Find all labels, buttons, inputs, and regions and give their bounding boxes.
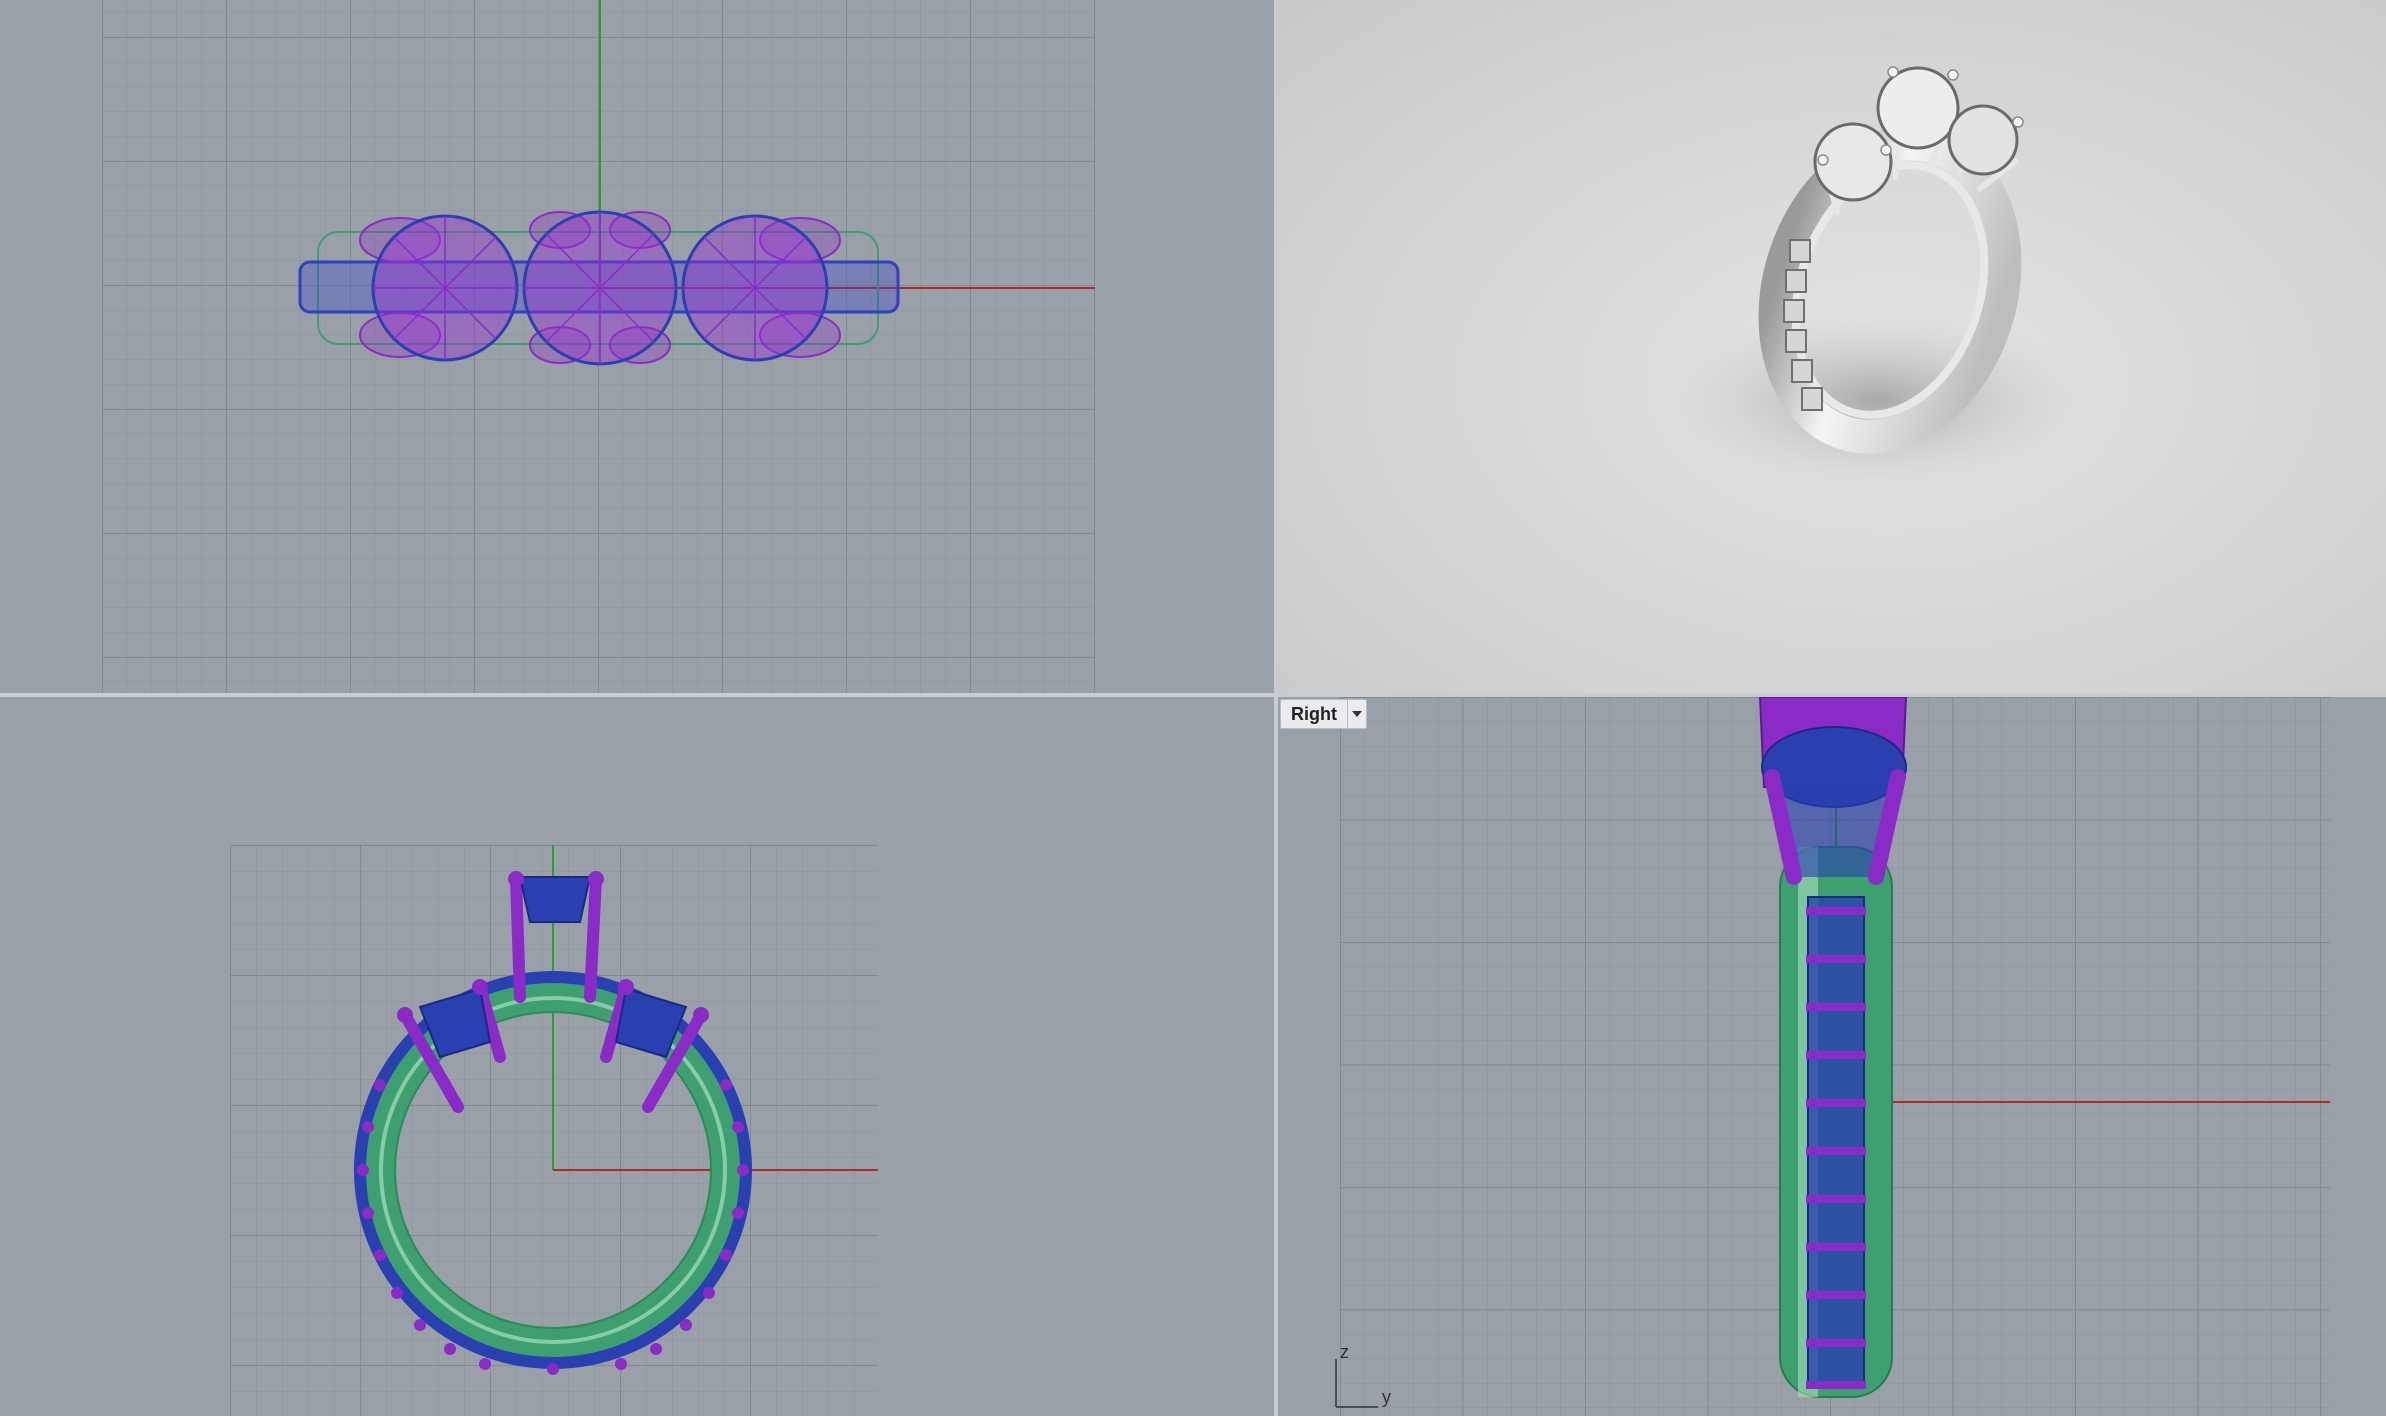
- ring-top-wireframe[interactable]: [298, 210, 900, 366]
- top-view-canvas[interactable]: [0, 0, 1274, 693]
- viewport-top[interactable]: [0, 0, 1274, 693]
- right-view-canvas[interactable]: [1278, 697, 2386, 1416]
- viewport-title-tab[interactable]: Right: [1280, 699, 1367, 729]
- front-view-canvas[interactable]: [0, 697, 1274, 1416]
- viewport-title-right[interactable]: Right: [1281, 700, 1347, 728]
- chevron-down-icon: [1351, 711, 1362, 717]
- ring-shadow: [1668, 310, 2088, 490]
- axis-label-y: y: [1382, 1387, 1391, 1407]
- viewport-perspective[interactable]: [1278, 0, 2386, 693]
- viewport-right[interactable]: Right z y: [1278, 697, 2386, 1416]
- axis-label-z: z: [1340, 1342, 1349, 1362]
- viewport-front[interactable]: [0, 697, 1274, 1416]
- viewport-menu-dropdown[interactable]: [1346, 700, 1366, 728]
- ring-side-model[interactable]: [1758, 697, 1908, 1398]
- perspective-render[interactable]: [1278, 0, 2386, 693]
